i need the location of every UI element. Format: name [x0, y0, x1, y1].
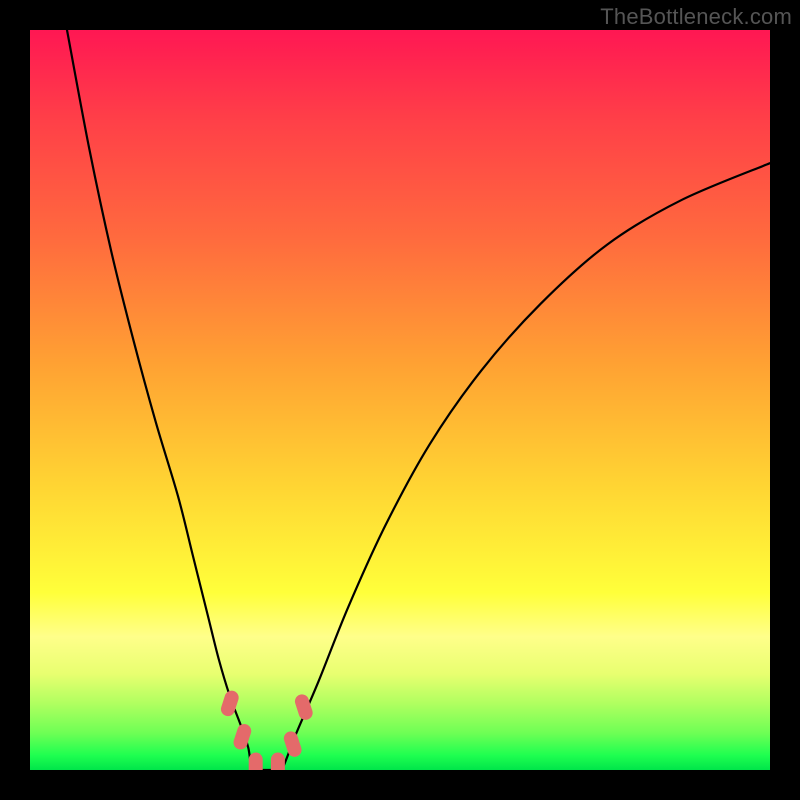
- curve-marker: [282, 730, 303, 759]
- plot-area: [30, 30, 770, 770]
- curve-markers: [219, 689, 314, 770]
- curve-marker: [271, 753, 285, 770]
- curve-marker: [232, 722, 253, 751]
- curve-svg: [30, 30, 770, 770]
- curve-marker: [249, 753, 263, 770]
- bottleneck-curve: [67, 30, 770, 770]
- watermark-text: TheBottleneck.com: [600, 4, 792, 30]
- chart-frame: TheBottleneck.com: [0, 0, 800, 800]
